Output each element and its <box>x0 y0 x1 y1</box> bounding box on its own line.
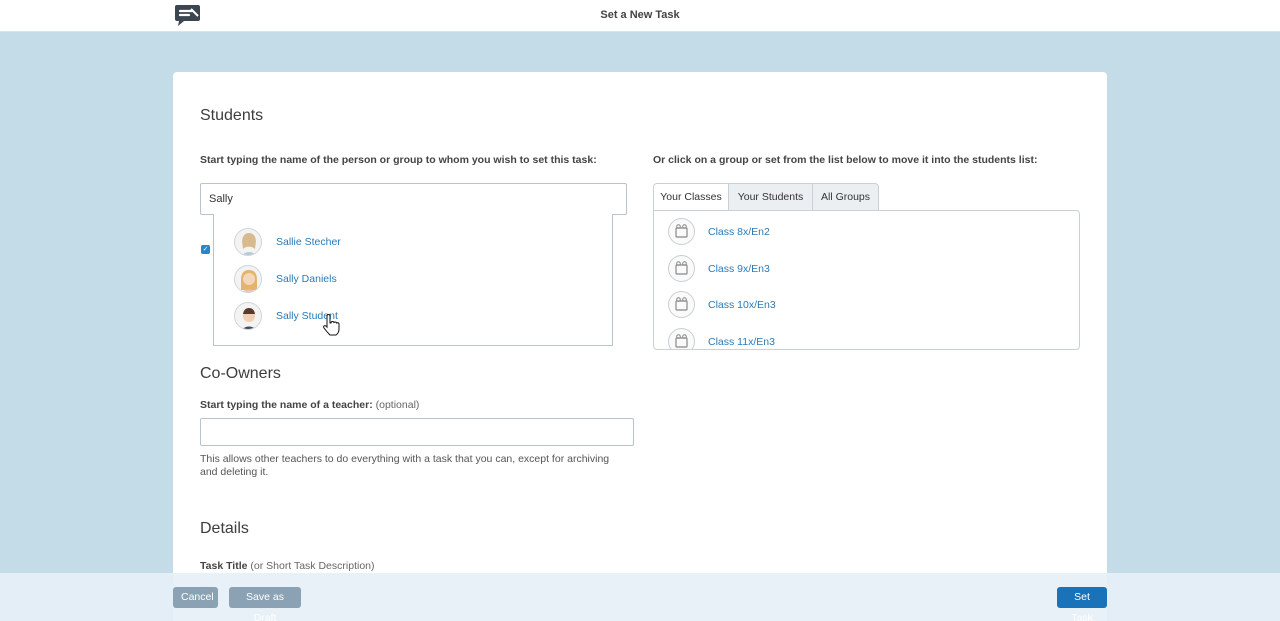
tab-your-classes[interactable]: Your Classes <box>653 183 729 211</box>
student-search-input[interactable]: Sally <box>200 183 627 215</box>
class-item[interactable]: Class 9x/En3 <box>668 255 968 283</box>
suggestion-item-sallie-stecher[interactable]: Sallie Stecher <box>234 228 594 258</box>
students-prompt: Start typing the name of the person or g… <box>200 154 597 166</box>
group-icon <box>668 218 695 245</box>
group-icon <box>668 328 695 349</box>
class-item[interactable]: Class 11x/En3 <box>668 328 968 349</box>
avatar <box>234 228 262 256</box>
tab-all-groups[interactable]: All Groups <box>812 183 879 211</box>
student-suggestions-dropdown: Sallie Stecher Sally Daniels Sally Stude… <box>213 214 613 346</box>
suggestion-item-sally-student[interactable]: Sally Student <box>234 302 594 336</box>
task-form-card: Students Start typing the name of the pe… <box>173 72 1107 621</box>
student-checkbox[interactable]: ✓ <box>201 245 210 254</box>
hand-pointer-icon <box>323 314 340 336</box>
coowners-heading: Co-Owners <box>200 365 281 382</box>
tab-your-students[interactable]: Your Students <box>728 183 813 211</box>
class-name: Class 9x/En3 <box>708 263 770 275</box>
class-name: Class 11x/En3 <box>708 336 775 348</box>
students-heading: Students <box>200 107 264 124</box>
save-draft-button[interactable]: Save as Draft <box>229 587 301 621</box>
coowners-prompt: Start typing the name of a teacher: (opt… <box>200 399 420 411</box>
group-icon <box>668 291 695 318</box>
avatar <box>234 265 262 293</box>
task-title-label: Task Title (or Short Task Description) <box>200 560 375 572</box>
action-footer: Cancel Save as Draft Set Task <box>0 573 1280 621</box>
class-name: Class 10x/En3 <box>708 299 776 311</box>
suggestion-name: Sallie Stecher <box>276 236 341 248</box>
class-name: Class 8x/En2 <box>708 226 770 238</box>
cancel-button[interactable]: Cancel <box>173 587 218 608</box>
teacher-search-input[interactable] <box>200 418 634 446</box>
classes-list[interactable]: Class 8x/En2 Class 9x/En3 Class 10x/En3 … <box>653 210 1080 350</box>
top-bar: Set a New Task <box>0 0 1280 32</box>
avatar <box>234 302 262 330</box>
class-item[interactable]: Class 10x/En3 <box>668 291 968 319</box>
details-heading: Details <box>200 520 249 537</box>
set-task-button[interactable]: Set Task <box>1057 587 1107 621</box>
class-item[interactable]: Class 8x/En2 <box>668 218 968 246</box>
page-title: Set a New Task <box>600 9 680 21</box>
group-icon <box>668 255 695 282</box>
suggestion-item-sally-daniels[interactable]: Sally Daniels <box>234 265 594 295</box>
suggestion-name: Sally Daniels <box>276 273 337 285</box>
coowners-help-text: This allows other teachers to do everyth… <box>200 453 610 478</box>
groups-prompt: Or click on a group or set from the list… <box>653 154 1038 166</box>
